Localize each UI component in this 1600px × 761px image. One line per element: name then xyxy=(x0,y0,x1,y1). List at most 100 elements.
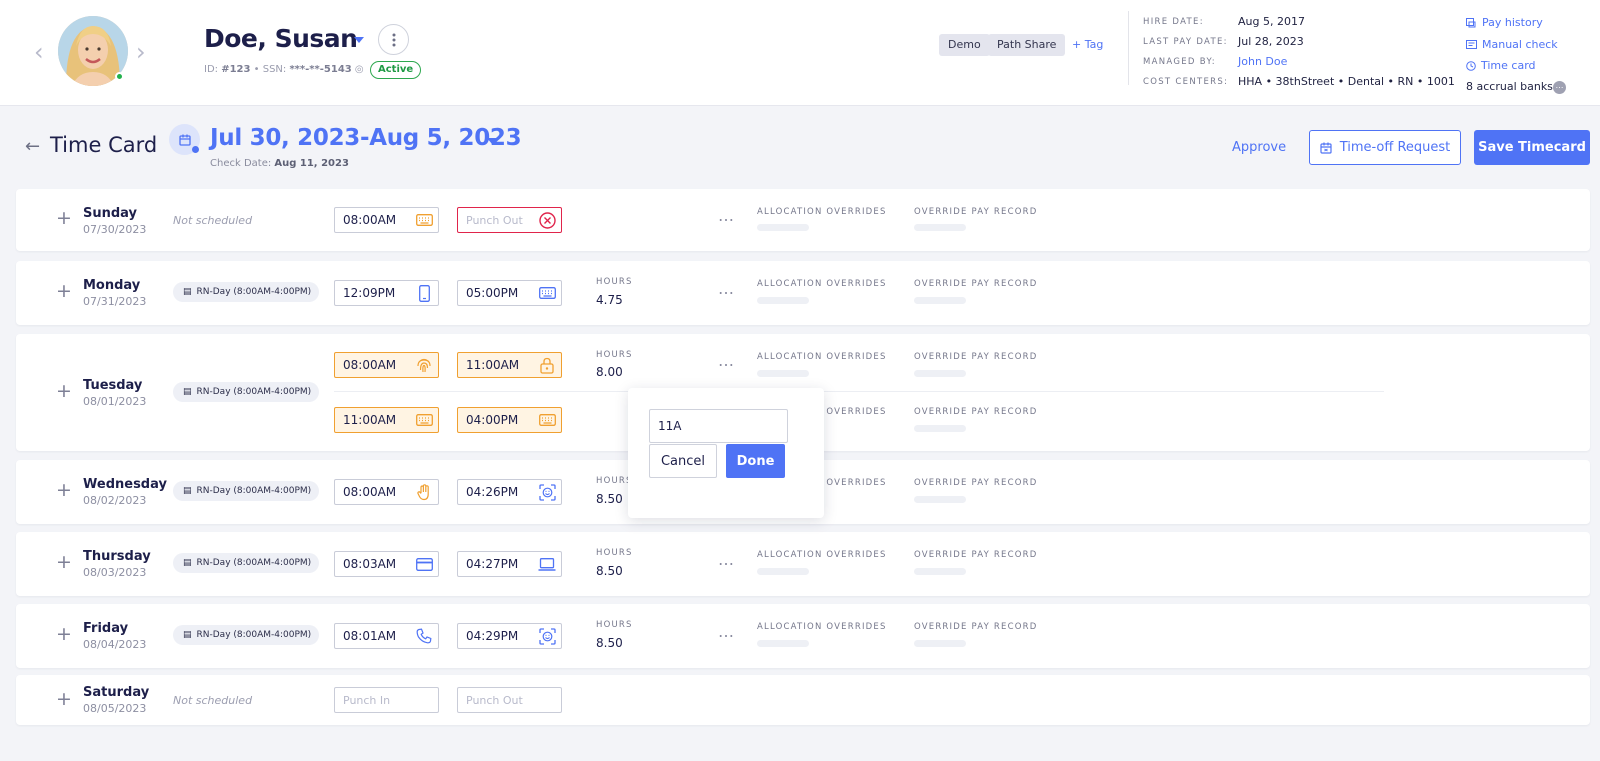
punch-edit-popover: Cancel Done xyxy=(628,388,824,518)
punch-out-field[interactable]: Punch Out xyxy=(457,207,562,233)
allocation-placeholder xyxy=(757,640,809,647)
card-icon xyxy=(415,556,433,572)
manager-link[interactable]: John Doe xyxy=(1238,55,1287,68)
page-title: Time Card xyxy=(50,133,158,157)
more-horizontal-icon[interactable]: … xyxy=(718,281,735,297)
time-entry-input[interactable] xyxy=(649,409,788,443)
punch-out-field[interactable]: 05:00PM xyxy=(457,280,562,306)
day-name: Tuesday xyxy=(83,378,143,393)
calendar-icon: ▤ xyxy=(183,287,192,297)
manual-check-label: Manual check xyxy=(1482,38,1558,51)
override-pay-placeholder xyxy=(914,568,966,575)
punch-in-placeholder: Punch In xyxy=(343,694,391,707)
time-off-request-button[interactable]: Time-off Request xyxy=(1309,130,1461,165)
hours-label: HOURS xyxy=(596,277,633,287)
day-name: Wednesday xyxy=(83,477,167,492)
punch-in-field[interactable]: 08:03AM xyxy=(334,551,439,577)
keyboard-icon xyxy=(538,285,556,301)
override-pay-placeholder xyxy=(914,496,966,503)
calendar-icon: ▤ xyxy=(183,486,192,496)
calendar-indicator-dot xyxy=(192,146,199,153)
day-name: Friday xyxy=(83,621,129,636)
day-date: 08/01/2023 xyxy=(83,395,147,408)
expand-plus-icon[interactable]: + xyxy=(56,382,72,401)
punch-out-field[interactable]: 04:00PM xyxy=(457,407,562,433)
expand-plus-icon[interactable]: + xyxy=(56,481,72,500)
override-pay-record-label: OVERRIDE PAY RECORD xyxy=(914,407,1038,417)
check-date-label: Check Date: xyxy=(210,158,275,169)
override-pay-record-label: OVERRIDE PAY RECORD xyxy=(914,622,1038,632)
punch-in-field[interactable]: 08:00AM xyxy=(334,479,439,505)
punch-out-field[interactable]: 04:27PM xyxy=(457,551,562,577)
done-button[interactable]: Done xyxy=(726,444,785,478)
punch-in-field[interactable]: 12:09PM xyxy=(334,280,439,306)
accrual-more-icon[interactable]: … xyxy=(1553,81,1566,94)
more-horizontal-icon[interactable]: … xyxy=(718,208,735,224)
punch-out-field[interactable]: 04:29PM xyxy=(457,623,562,649)
employee-switch-chevron-icon[interactable] xyxy=(354,37,364,43)
punch-in-field[interactable]: 11:00AM xyxy=(334,407,439,433)
shift-label: RN-Day (8:00AM-4:00PM) xyxy=(196,486,312,496)
allocation-overrides-label: ALLOCATION OVERRIDES xyxy=(757,279,887,289)
punch-out-field[interactable]: Punch Out xyxy=(457,687,562,713)
keyboard-icon xyxy=(415,212,433,228)
more-horizontal-icon[interactable]: … xyxy=(718,353,735,369)
pay-history-link[interactable]: Pay history xyxy=(1466,16,1543,29)
punch-out-field[interactable]: 11:00AM xyxy=(457,352,562,378)
pay-period[interactable]: Jul 30, 2023-Aug 5, 2023 xyxy=(210,125,522,151)
punch-out-value: 11:00AM xyxy=(466,358,520,372)
shift-label: RN-Day (8:00AM-4:00PM) xyxy=(196,558,312,568)
hours-value: 4.75 xyxy=(596,293,623,307)
manual-check-link[interactable]: Manual check xyxy=(1466,38,1558,51)
punch-pair-divider xyxy=(334,391,1384,392)
shift-label: RN-Day (8:00AM-4:00PM) xyxy=(196,630,312,640)
employee-id-line: ID: #123 • SSN: ***-**-5143 ◎ xyxy=(204,64,364,75)
employee-header: ‹ › Doe, Susan ID: #123 • SSN: ***-**-51… xyxy=(0,0,1600,106)
eye-icon[interactable]: ◎ xyxy=(355,64,364,75)
add-tag-link[interactable]: + Tag xyxy=(1072,38,1103,51)
override-pay-placeholder xyxy=(914,224,966,231)
allocation-overrides-label: ALLOCATION OVERRIDES xyxy=(757,622,887,632)
approve-button[interactable]: Approve xyxy=(1232,140,1286,155)
expand-plus-icon[interactable]: + xyxy=(56,625,72,644)
punch-in-field[interactable]: 08:00AM xyxy=(334,352,439,378)
ssn-label: • SSN: xyxy=(250,64,290,75)
next-employee-icon[interactable]: › xyxy=(136,40,146,64)
check-date-value: Aug 11, 2023 xyxy=(274,158,349,169)
punch-in-field[interactable]: 08:00AM xyxy=(334,207,439,233)
tag-path-share[interactable]: Path Share xyxy=(988,34,1066,56)
employee-name: Doe, Susan xyxy=(204,24,358,53)
employee-more-button[interactable] xyxy=(378,24,409,55)
online-status-dot xyxy=(115,72,124,81)
shift-chip: ▤ RN-Day (8:00AM-4:00PM) xyxy=(173,382,320,402)
expand-plus-icon[interactable]: + xyxy=(56,282,72,301)
punch-in-field[interactable]: Punch In xyxy=(334,687,439,713)
save-timecard-button[interactable]: Save Timecard xyxy=(1474,130,1590,165)
cancel-button[interactable]: Cancel xyxy=(649,444,717,478)
time-card-link[interactable]: Time card xyxy=(1466,59,1536,72)
error-circle-x-icon[interactable] xyxy=(538,211,556,229)
override-pay-placeholder xyxy=(914,425,966,432)
previous-employee-icon[interactable]: ‹ xyxy=(34,40,44,64)
pay-period-chevron-icon[interactable] xyxy=(487,138,497,144)
punch-out-placeholder: Punch Out xyxy=(466,694,523,707)
punch-out-field[interactable]: 04:26PM xyxy=(457,479,562,505)
allocation-overrides-label: ALLOCATION OVERRIDES xyxy=(757,352,887,362)
managed-by-label: MANAGED BY: xyxy=(1143,57,1216,67)
punch-in-value: 08:01AM xyxy=(343,629,397,643)
allocation-placeholder xyxy=(757,370,809,377)
expand-plus-icon[interactable]: + xyxy=(56,690,72,709)
expand-plus-icon[interactable]: + xyxy=(56,209,72,228)
not-scheduled-label: Not scheduled xyxy=(173,214,253,227)
fingerprint-icon xyxy=(415,357,433,373)
punch-out-value: 05:00PM xyxy=(466,286,519,300)
more-vertical-icon xyxy=(392,33,395,46)
punch-in-field[interactable]: 08:01AM xyxy=(334,623,439,649)
more-horizontal-icon[interactable]: … xyxy=(718,552,735,568)
allocation-placeholder xyxy=(757,297,809,304)
tag-demo[interactable]: Demo xyxy=(939,34,990,56)
expand-plus-icon[interactable]: + xyxy=(56,553,72,572)
override-pay-record-label: OVERRIDE PAY RECORD xyxy=(914,478,1038,488)
more-horizontal-icon[interactable]: … xyxy=(718,624,735,640)
back-arrow-icon[interactable]: ← xyxy=(25,136,40,157)
